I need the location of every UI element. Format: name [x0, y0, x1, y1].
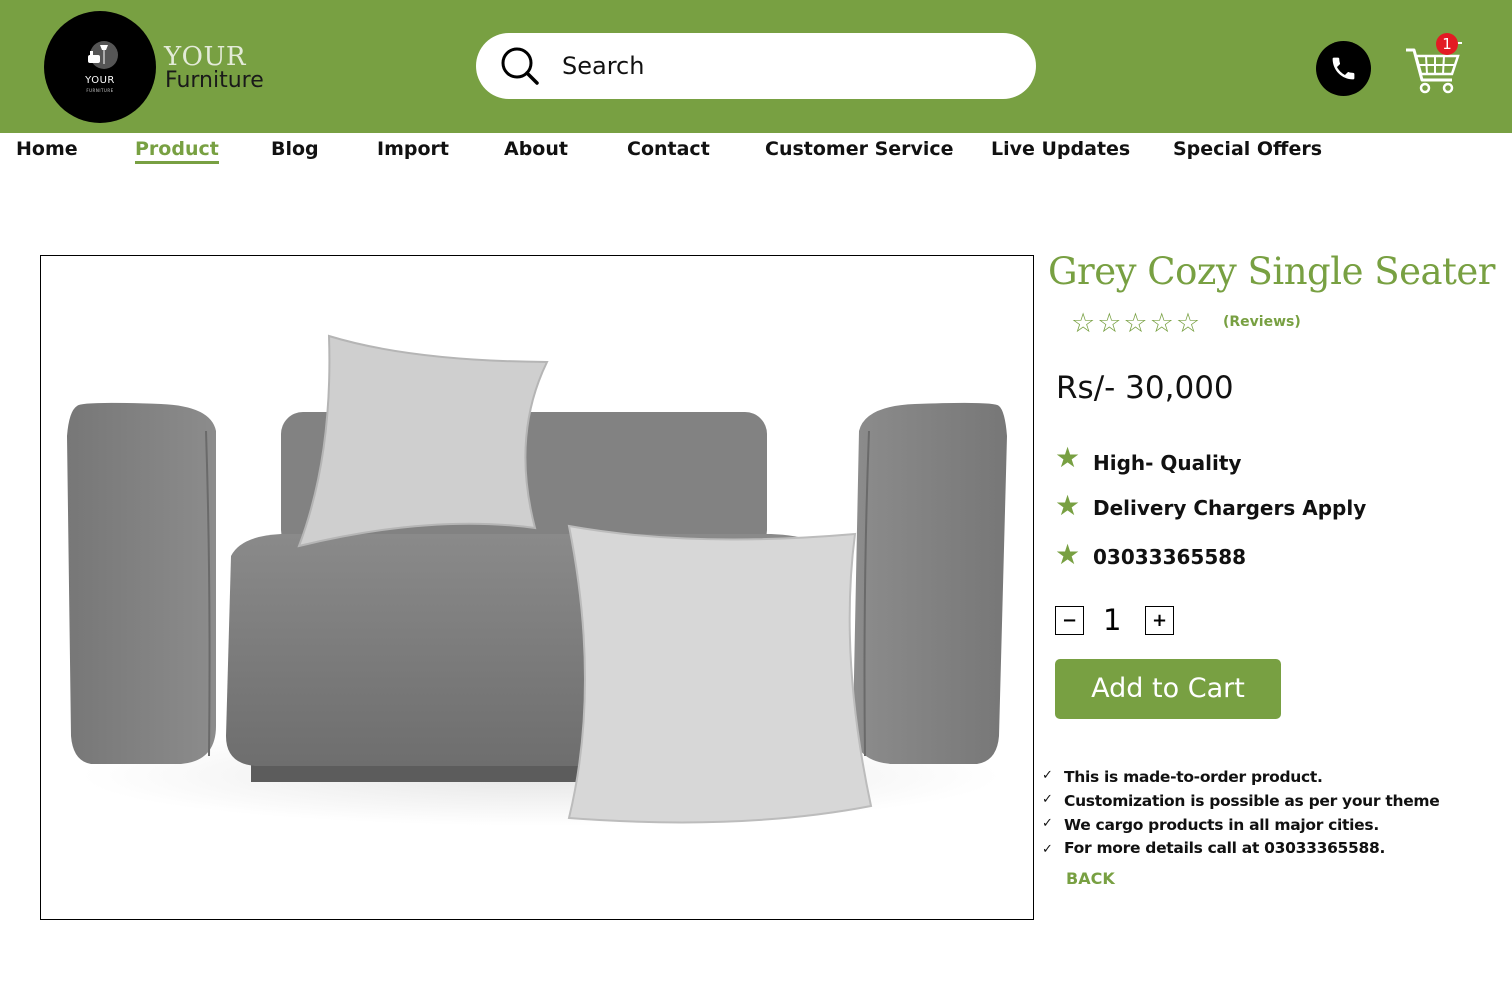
search-icon[interactable] — [500, 46, 540, 86]
product-price: Rs/- 30,000 — [1056, 370, 1234, 406]
check-icon: ✓ — [1042, 768, 1053, 783]
lamp-chair-icon — [88, 41, 118, 69]
note-made-to-order: This is made-to-order product. — [1064, 768, 1323, 786]
quantity-value: 1 — [1103, 603, 1122, 637]
note-contact: For more details call at 03033365588. — [1064, 839, 1386, 857]
logo[interactable]: YOUR FURNITURE — [44, 11, 156, 123]
nav-import[interactable]: Import — [377, 138, 449, 160]
note-cargo: We cargo products in all major cities. — [1064, 816, 1379, 834]
nav-special-offers[interactable]: Special Offers — [1173, 138, 1322, 160]
nav-contact[interactable]: Contact — [627, 138, 710, 160]
feature-delivery: Delivery Chargers Apply — [1093, 496, 1367, 520]
quantity-increment-button[interactable]: + — [1145, 606, 1174, 635]
product-title: Grey Cozy Single Seater — [1048, 250, 1496, 293]
brand-name-line2: Furniture — [165, 68, 264, 93]
logo-subtext: FURNITURE — [86, 88, 114, 93]
nav-blog[interactable]: Blog — [271, 138, 319, 160]
phone-icon — [1332, 57, 1355, 80]
header-bar: YOUR FURNITURE YOUR Furniture 1 — [0, 0, 1512, 133]
star-icon: ★ — [1055, 441, 1081, 474]
feature-phone: 03033365588 — [1093, 545, 1247, 569]
check-icon: ✓ — [1042, 816, 1053, 831]
feature-high-quality: High- Quality — [1093, 451, 1242, 475]
rating-stars[interactable]: ☆☆☆☆☆ — [1071, 308, 1202, 339]
check-icon: ✓ — [1042, 842, 1053, 857]
check-icon: ✓ — [1042, 792, 1053, 807]
nav-customer-service[interactable]: Customer Service — [765, 138, 954, 160]
product-image — [40, 255, 1034, 920]
nav-product[interactable]: Product — [135, 138, 219, 164]
note-customization: Customization is possible as per your th… — [1064, 792, 1440, 810]
quantity-decrement-button[interactable]: − — [1055, 606, 1084, 635]
reviews-link[interactable]: (Reviews) — [1223, 314, 1301, 330]
back-link[interactable]: BACK — [1066, 869, 1115, 888]
star-icon: ★ — [1055, 489, 1081, 522]
logo-text: YOUR — [85, 75, 115, 86]
nav-live-updates[interactable]: Live Updates — [991, 138, 1130, 160]
sofa-illustration — [67, 334, 1007, 826]
add-to-cart-button[interactable]: Add to Cart — [1055, 659, 1281, 719]
nav-about[interactable]: About — [504, 138, 568, 160]
star-icon: ★ — [1055, 538, 1081, 571]
search-bar[interactable] — [476, 33, 1036, 99]
nav-home[interactable]: Home — [16, 138, 78, 160]
cart-count-badge: 1 — [1436, 33, 1458, 55]
search-input[interactable] — [562, 47, 1002, 85]
phone-button[interactable] — [1316, 41, 1371, 96]
